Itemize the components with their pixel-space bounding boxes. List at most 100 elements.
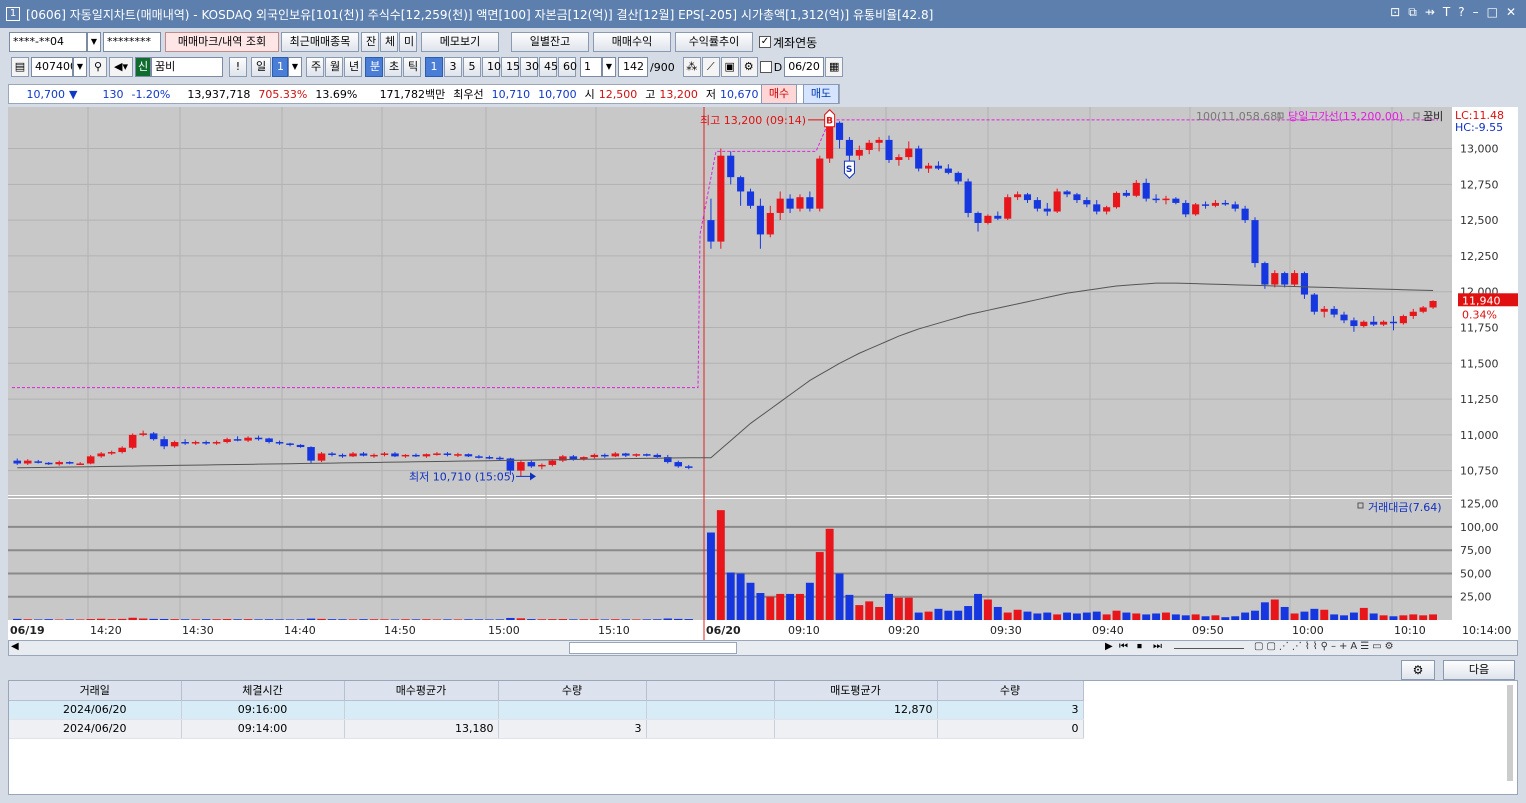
col-buy-avg[interactable]: 매수평균가 xyxy=(344,681,499,701)
chart-area[interactable]: 13,000 12,750 12,500 12,250 12,000 11,750 11,5… xyxy=(8,107,1518,640)
day-count-field[interactable]: 1 xyxy=(272,57,288,77)
volume-bar xyxy=(766,596,775,620)
daily-balance-button[interactable]: 일별잔고 xyxy=(511,32,589,52)
interval-1-button[interactable]: 1 xyxy=(425,57,443,77)
chevron-down-icon[interactable]: ▼ xyxy=(73,57,87,77)
screen-icon[interactable]: ▤ xyxy=(11,57,29,77)
stock-code-input[interactable]: 407400 xyxy=(31,57,73,77)
settings-gear-button[interactable]: ⚙ xyxy=(1401,660,1435,680)
calendar-icon[interactable]: ▦ xyxy=(825,57,844,77)
volume-bar xyxy=(875,606,884,620)
window-controls: ⊡ ⧉ ⇸ T ? – □ ✕ xyxy=(1390,5,1516,20)
period-tick-button[interactable]: 틱 xyxy=(403,57,421,77)
memo-button[interactable]: 메모보기 xyxy=(421,32,499,52)
volume-bar xyxy=(159,618,169,620)
unit-input[interactable]: 1 xyxy=(580,57,602,77)
stock-name-field[interactable]: 꿈비 xyxy=(151,57,223,77)
maximize-button[interactable]: □ xyxy=(1487,5,1498,20)
chevron-down-icon[interactable]: ▼ xyxy=(288,57,302,77)
interval-3-button[interactable]: 3 xyxy=(444,57,462,77)
candlestick-chart[interactable]: 13,00012,75012,50012,25012,00011,75011,5… xyxy=(8,107,1518,640)
mark-lookup-button[interactable]: 매매마크/내역 조회 xyxy=(165,32,279,52)
period-minute-button[interactable]: 분 xyxy=(365,57,383,77)
trade-amount: 171,782백만 xyxy=(379,88,446,101)
sell-button[interactable]: 매도 xyxy=(803,84,839,104)
chevron-down-icon[interactable]: ▼ xyxy=(602,57,616,77)
recent-trades-button[interactable]: 최근매매종목 xyxy=(281,32,359,52)
volume-bar xyxy=(558,619,568,620)
time-tick-label: 14:30 xyxy=(182,624,214,637)
indicator-icon[interactable]: ⁂ xyxy=(682,57,701,77)
profit-trend-button[interactable]: 수익률추이 xyxy=(675,32,753,52)
next-button[interactable]: 다음 xyxy=(1443,660,1515,680)
table-scrollbar[interactable] xyxy=(1507,685,1513,781)
period-week-button[interactable]: 주 xyxy=(306,57,324,77)
period-day-button[interactable]: 일 xyxy=(251,57,271,77)
balance-button[interactable]: 잔 xyxy=(361,32,379,52)
filled-button[interactable]: 체 xyxy=(380,32,398,52)
stop-icon[interactable]: ⏹ xyxy=(1137,641,1142,652)
close-button[interactable]: ✕ xyxy=(1506,5,1516,20)
candle-body xyxy=(855,149,863,156)
gear-icon[interactable]: ⚙ xyxy=(739,57,758,77)
volume-bar xyxy=(1053,614,1062,620)
search-icon[interactable]: ⚲ xyxy=(89,57,107,77)
font-icon[interactable]: T xyxy=(1443,5,1450,20)
interval-60-button[interactable]: 60 xyxy=(558,57,577,77)
alert-button[interactable]: ! xyxy=(229,57,247,77)
volume-bar xyxy=(974,593,982,620)
chevron-down-icon[interactable]: ▼ xyxy=(87,32,101,52)
col-sell-qty[interactable]: 수량 xyxy=(937,681,1084,701)
col-sell-avg[interactable]: 매도평균가 xyxy=(774,681,938,701)
candle-body xyxy=(1291,273,1299,285)
bar-count-input[interactable]: 142 xyxy=(618,57,648,77)
zoom-slider[interactable] xyxy=(1174,648,1244,649)
account-input[interactable]: ****-**04 xyxy=(9,32,87,52)
save-icon[interactable]: ▣ xyxy=(720,57,739,77)
trade-profit-button[interactable]: 매매수익 xyxy=(593,32,671,52)
scroll-left-icon[interactable]: ◀ xyxy=(11,641,19,652)
password-input[interactable]: ******** xyxy=(103,32,161,52)
account-link-checkbox[interactable]: ✓ xyxy=(759,36,771,48)
col-buy-qty[interactable]: 수량 xyxy=(498,681,647,701)
date-input[interactable]: 06/20 xyxy=(784,57,825,77)
period-month-button[interactable]: 월 xyxy=(325,57,343,77)
minimize-button[interactable]: – xyxy=(1473,5,1479,20)
scroll-thumb[interactable] xyxy=(569,642,737,654)
scroll-right-icon[interactable]: ▶ xyxy=(1105,641,1113,652)
draw-tool-icon[interactable]: ⟋ xyxy=(701,57,720,77)
horizontal-scrollbar[interactable]: ◀ ▶ ⏮ ⏹ ⏭ ▢▢⋰⋰⌇⌇⚲–+A☰▭⚙ xyxy=(8,640,1518,656)
interval-45-button[interactable]: 45 xyxy=(539,57,558,77)
candle-body xyxy=(76,463,84,466)
interval-10-button[interactable]: 10 xyxy=(482,57,501,77)
link-icon[interactable]: ⧉ xyxy=(1408,5,1417,20)
speaker-icon[interactable]: ◀▾ xyxy=(109,57,133,77)
table-row[interactable]: 2024/06/20 09:16:00 12,870 3 xyxy=(9,700,1084,720)
volume-bar xyxy=(716,510,725,620)
volume-bar xyxy=(317,618,326,620)
pin-icon[interactable]: ⇸ xyxy=(1425,5,1435,20)
table-row[interactable]: 2024/06/20 09:14:00 13,180 3 0 xyxy=(9,719,1084,739)
drawing-tools-icon[interactable]: ▢▢⋰⋰⌇⌇⚲–+A☰▭⚙ xyxy=(1254,641,1397,652)
buy-button[interactable]: 매수 xyxy=(761,84,797,104)
time-tick-label: 09:50 xyxy=(1192,624,1224,637)
help-icon[interactable]: ? xyxy=(1458,5,1464,20)
hc-label: HC:-9.55 xyxy=(1455,121,1503,134)
date-checkbox[interactable] xyxy=(759,61,772,73)
candle-body xyxy=(1192,204,1200,215)
bar-count-max: /900 xyxy=(650,60,675,74)
col-trade-date[interactable]: 거래일 xyxy=(9,681,182,701)
period-year-button[interactable]: 년 xyxy=(344,57,362,77)
candle-body xyxy=(1389,321,1398,324)
dock-icon[interactable]: ⊡ xyxy=(1390,5,1400,20)
volume-bar xyxy=(642,619,651,620)
first-bar-icon[interactable]: ⏮ xyxy=(1119,641,1128,652)
interval-5-button[interactable]: 5 xyxy=(463,57,481,77)
last-bar-icon[interactable]: ⏭ xyxy=(1153,641,1162,652)
volume-bar xyxy=(663,618,672,620)
interval-30-button[interactable]: 30 xyxy=(520,57,539,77)
interval-15-button[interactable]: 15 xyxy=(501,57,520,77)
col-exec-time[interactable]: 체결시간 xyxy=(181,681,345,701)
period-second-button[interactable]: 초 xyxy=(384,57,402,77)
unfilled-button[interactable]: 미 xyxy=(399,32,417,52)
